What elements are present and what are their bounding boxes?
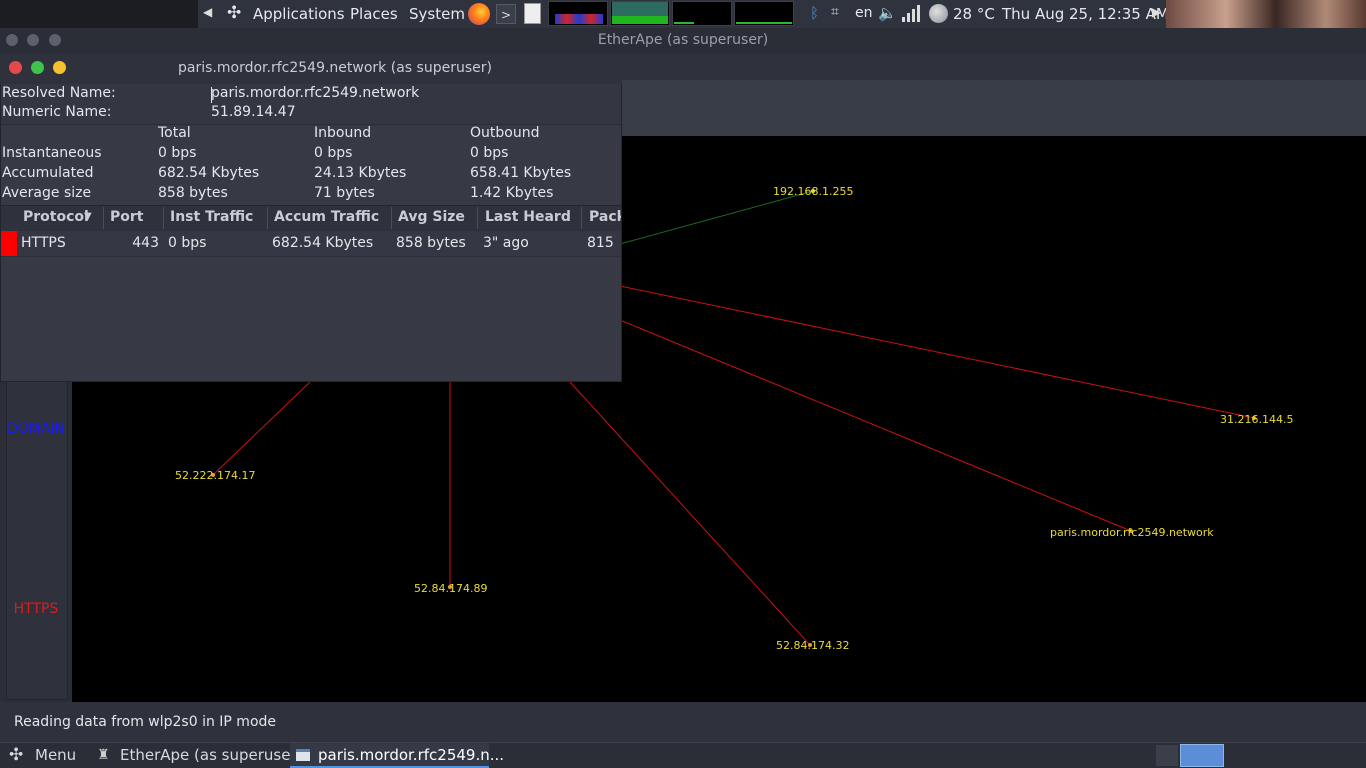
numeric-name-label: Numeric Name:	[2, 104, 112, 120]
keyboard-layout-indicator[interactable]: en	[855, 5, 873, 21]
stats-value-total: 682.54 Kbytes	[158, 165, 260, 181]
column-header-last-heard[interactable]: Last Heard	[485, 209, 571, 225]
applications-menu-icon[interactable]: ✣	[227, 3, 241, 23]
legend-item-domain[interactable]: DOMAIN	[6, 421, 66, 437]
node-label-52-222-174-17[interactable]: 52.222.174.17	[175, 469, 255, 482]
column-separator[interactable]	[581, 207, 582, 229]
cpu-monitor-graph	[548, 1, 608, 26]
cell-last-heard: 3" ago	[483, 235, 529, 251]
text-cursor	[211, 87, 212, 103]
stats-header-outbound: Outbound	[470, 125, 540, 141]
wallpaper-thumbnail	[1166, 0, 1366, 28]
legend-item-https[interactable]: HTTPS	[6, 601, 66, 617]
cell-port: 443	[132, 235, 159, 251]
text-editor-icon[interactable]	[524, 3, 541, 24]
status-message: Reading data from wlp2s0 in IP mode	[14, 714, 277, 730]
stats-value-outbound: 658.41 Kbytes	[470, 165, 572, 181]
column-separator[interactable]	[267, 207, 268, 229]
top-panel-empty-area	[0, 0, 198, 28]
stats-value-inbound: 24.13 Kbytes	[314, 165, 407, 181]
link-52-84-174-32	[569, 381, 811, 646]
column-separator[interactable]	[477, 207, 478, 229]
cell-accum-traffic: 682.54 Kbytes	[272, 235, 374, 251]
applications-menu[interactable]: Applications	[253, 5, 345, 23]
bluetooth-icon[interactable]: ᛒ	[810, 4, 819, 22]
panel-scroll-left-icon[interactable]: ◀	[203, 5, 212, 19]
link-31-216-144-5	[619, 285, 1255, 419]
workspace-2-icon[interactable]	[1180, 744, 1224, 767]
stats-value-inbound: 71 bytes	[314, 185, 375, 201]
toolbar-area	[620, 80, 1366, 136]
volume-icon[interactable]: 🔈	[878, 4, 897, 22]
main-window-title: EtherApe (as superuser)	[597, 32, 769, 48]
wifi-signal-icon[interactable]	[902, 5, 920, 22]
node-label-52-84-174-89[interactable]: 52.84.174.89	[414, 582, 487, 595]
cell-avg-size: 858 bytes	[396, 235, 466, 251]
column-separator[interactable]	[391, 207, 392, 229]
column-separator[interactable]	[163, 207, 164, 229]
start-menu-button[interactable]: Menu	[35, 746, 76, 764]
column-header-port[interactable]: Port	[110, 209, 143, 225]
network-monitor-graph	[672, 1, 732, 26]
column-separator[interactable]	[103, 207, 104, 229]
network-wired-icon[interactable]: ⌗	[831, 4, 839, 20]
stats-header-inbound: Inbound	[314, 125, 372, 141]
dialog-app-icon	[296, 749, 310, 761]
column-header-accum-traffic[interactable]: Accum Traffic	[274, 209, 379, 225]
resolved-name-label: Resolved Name:	[2, 85, 116, 101]
task-node-dialog[interactable]: paris.mordor.rfc2549.n...	[318, 746, 504, 764]
system-menu[interactable]: System	[409, 5, 465, 23]
link-192-168-1-255	[619, 190, 814, 245]
etherape-app-icon: ♜	[97, 747, 110, 763]
sort-descending-icon[interactable]: ▼	[84, 211, 92, 222]
cell-inst-traffic: 0 bps	[168, 235, 207, 251]
column-header-inst-traffic[interactable]: Inst Traffic	[170, 209, 253, 225]
protocol-color-swatch	[1, 231, 17, 256]
dialog-title: paris.mordor.rfc2549.network (as superus…	[178, 60, 492, 76]
stats-row-label: Accumulated	[2, 165, 94, 181]
link-52-222-174-17	[212, 381, 311, 476]
weather-icon[interactable]	[929, 4, 948, 23]
stats-header-total: Total	[158, 125, 191, 141]
node-label-31-216-144-5[interactable]: 31.216.144.5	[1220, 413, 1293, 426]
firefox-icon[interactable]	[468, 3, 490, 25]
stats-row-label: Average size	[2, 185, 92, 201]
column-header-avg-size[interactable]: Avg Size	[398, 209, 465, 225]
panel-scroll-right-icon[interactable]: ▶	[1152, 5, 1161, 19]
cell-protocol: HTTPS	[21, 235, 66, 251]
numeric-name-value[interactable]: 51.89.14.47	[211, 104, 296, 120]
stats-row-label: Instantaneous	[2, 145, 102, 161]
stats-value-total: 858 bytes	[158, 185, 228, 201]
link-paris-mordor	[619, 319, 1132, 532]
workspace-1-icon[interactable]	[1156, 745, 1178, 766]
node-label-52-84-174-32[interactable]: 52.84.174.32	[776, 639, 849, 652]
stats-value-outbound: 0 bps	[470, 145, 509, 161]
column-header-packets[interactable]: Pack	[589, 209, 621, 225]
stats-value-total: 0 bps	[158, 145, 197, 161]
weather-temperature[interactable]: 28 °C	[953, 5, 995, 23]
column-header-protocol[interactable]: Protocol	[23, 209, 89, 225]
load-monitor-graph	[734, 1, 794, 26]
places-menu[interactable]: Places	[350, 5, 398, 23]
node-label-192-168-1-255[interactable]: 192.168.1.255	[773, 185, 853, 198]
node-label-paris-mordor[interactable]: paris.mordor.rfc2549.network	[1050, 526, 1214, 539]
terminal-icon[interactable]: >	[496, 4, 516, 24]
task-etherape[interactable]: EtherApe (as superuser)	[120, 746, 302, 764]
cell-packets: 815	[587, 235, 614, 251]
resolved-name-value[interactable]: paris.mordor.rfc2549.network	[211, 85, 419, 101]
menu-icon[interactable]: ✣	[9, 745, 23, 765]
stats-value-outbound: 1.42 Kbytes	[470, 185, 554, 201]
clock[interactable]: Thu Aug 25, 12:35 AM	[1002, 5, 1169, 23]
stats-value-inbound: 0 bps	[314, 145, 353, 161]
memory-monitor-graph	[610, 1, 670, 26]
